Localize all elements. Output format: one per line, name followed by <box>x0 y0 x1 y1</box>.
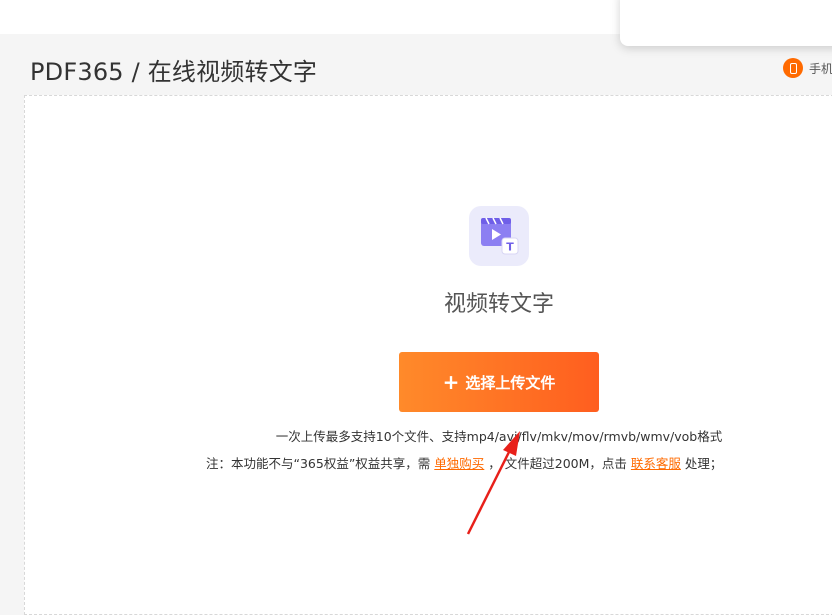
note-middle: ， 文件超过200M，点击 <box>488 456 627 471</box>
mobile-entry[interactable]: 手机 <box>783 58 832 78</box>
note-suffix: 处理； <box>684 456 723 471</box>
mobile-label: 手机 <box>809 61 832 76</box>
tool-title: 视频转文字 <box>443 292 554 317</box>
mobile-phone-icon <box>783 58 803 78</box>
plus-icon: + <box>442 370 460 394</box>
video-to-text-icon: T <box>469 206 529 266</box>
contact-service-link[interactable]: 联系客服 <box>631 456 681 471</box>
note-text: 注：本功能不与“365权益”权益共享，需 单独购买 ， 文件超过200M，点击 … <box>206 453 722 472</box>
supported-formats-text: 一次上传最多支持10个文件、支持mp4/avi/flv/mkv/mov/rmvb… <box>275 429 723 444</box>
buy-separately-link[interactable]: 单独购买 <box>434 456 484 471</box>
svg-text:T: T <box>506 241 514 254</box>
page-title: PDF365 / 在线视频转文字 <box>30 58 318 86</box>
select-upload-file-button[interactable]: + 选择上传文件 <box>399 352 599 412</box>
note-prefix: 注：本功能不与“365权益”权益共享，需 <box>206 456 431 471</box>
dropdown-popup <box>620 0 832 46</box>
upload-button-label: 选择上传文件 <box>465 373 556 392</box>
